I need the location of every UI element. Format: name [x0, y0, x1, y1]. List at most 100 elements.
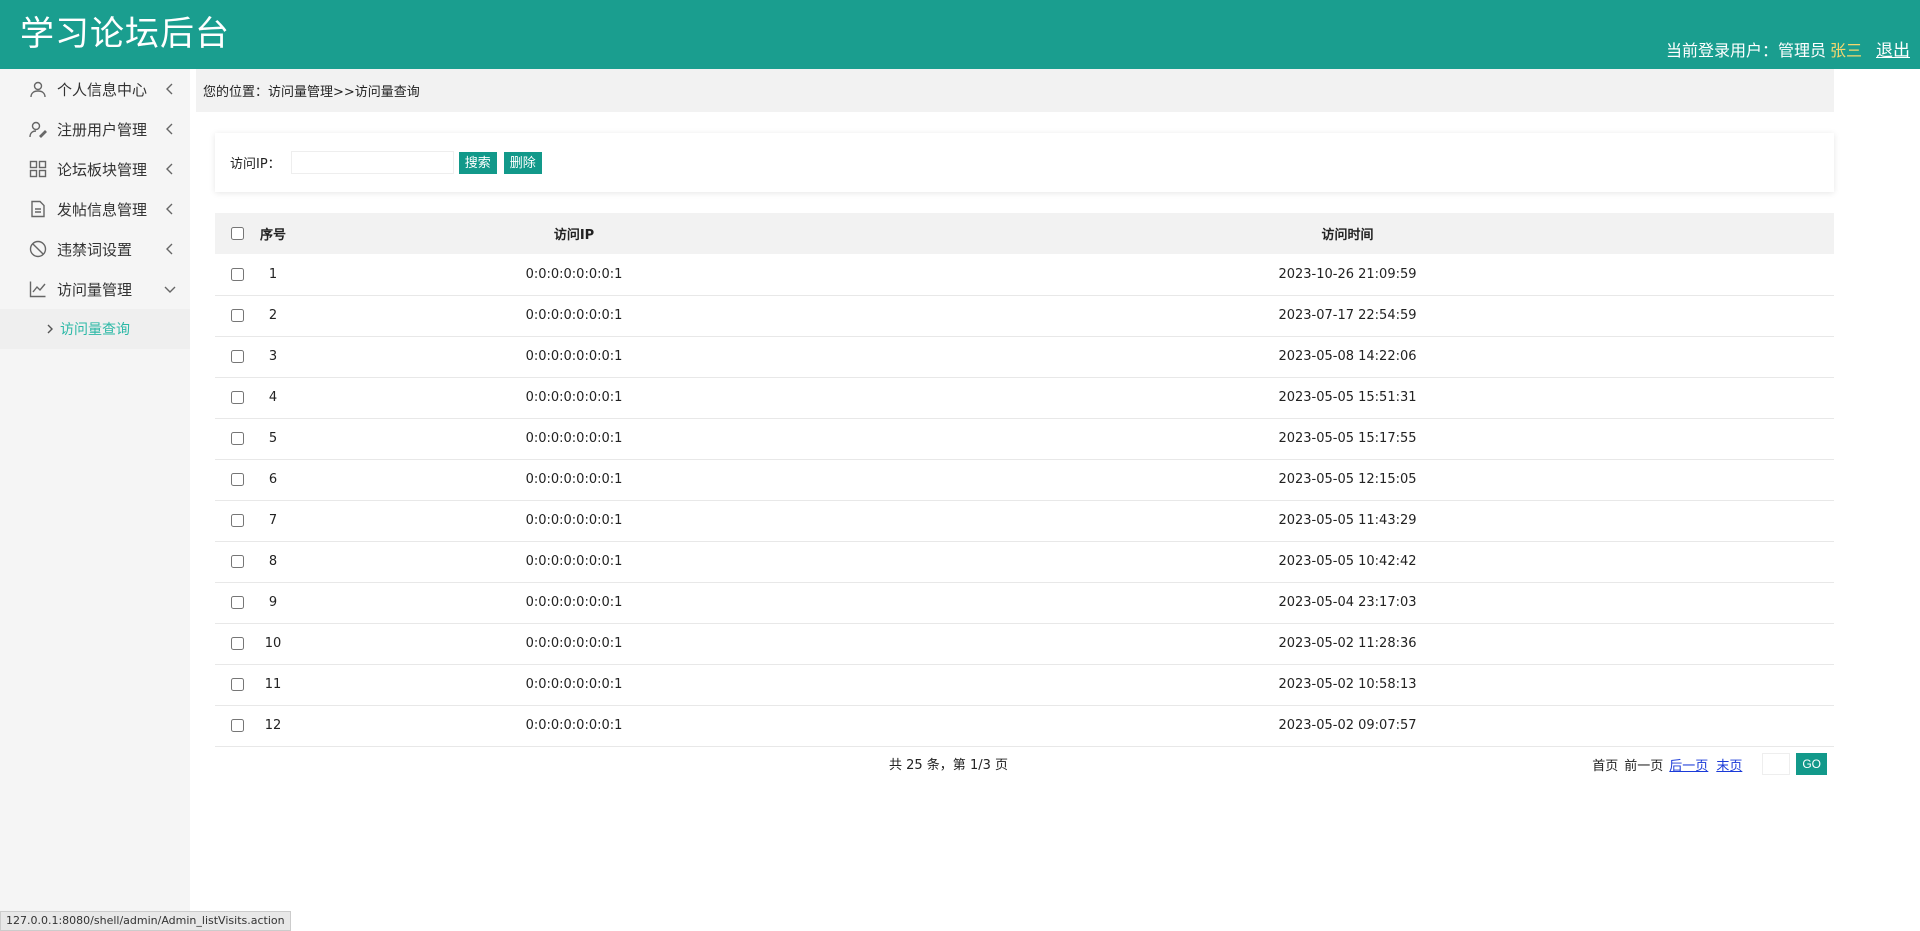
row-checkbox[interactable]: [230, 596, 244, 609]
table-row: 9 0:0:0:0:0:0:0:1 2023-05-04 23:17:03: [215, 582, 1834, 624]
row-select-cell: [215, 705, 259, 747]
sidebar-item-banned-words[interactable]: 违禁词设置: [0, 229, 190, 269]
sidebar-item-visits[interactable]: 访问量管理: [0, 269, 190, 309]
sidebar-subitem-visit-query[interactable]: 访问量查询: [0, 309, 190, 349]
chevron-left-icon: [162, 161, 178, 177]
row-select-cell: [215, 254, 259, 296]
row-ip: 0:0:0:0:0:0:0:1: [287, 664, 861, 706]
sidebar-item-label: 访问量管理: [57, 280, 133, 299]
row-time: 2023-05-08 14:22:06: [861, 336, 1834, 378]
select-all-cell: [215, 213, 259, 254]
chevron-left-icon: [162, 201, 178, 217]
row-ip: 0:0:0:0:0:0:0:1: [287, 582, 861, 624]
table-row: 8 0:0:0:0:0:0:0:1 2023-05-05 10:42:42: [215, 541, 1834, 583]
logout-link[interactable]: 退出: [1876, 40, 1910, 62]
go-button[interactable]: GO: [1796, 753, 1827, 775]
row-select-cell: [215, 295, 259, 337]
last-page-link[interactable]: 末页: [1716, 755, 1742, 774]
ban-icon: [29, 240, 47, 258]
row-ip: 0:0:0:0:0:0:0:1: [287, 377, 861, 419]
delete-button[interactable]: 删除: [503, 151, 542, 174]
row-select-cell: [215, 418, 259, 460]
browser-status-bar: 127.0.0.1:8080/shell/admin/Admin_listVis…: [0, 911, 291, 931]
row-no: 1: [259, 254, 287, 296]
row-time: 2023-05-04 23:17:03: [861, 582, 1834, 624]
table-header-row: 序号 访问IP 访问时间: [215, 213, 1834, 254]
row-checkbox[interactable]: [230, 391, 244, 404]
sidebar-item-profile[interactable]: 个人信息中心: [0, 69, 190, 109]
table-row: 7 0:0:0:0:0:0:0:1 2023-05-05 11:43:29: [215, 500, 1834, 542]
row-checkbox[interactable]: [230, 473, 244, 486]
row-time: 2023-05-05 11:43:29: [861, 500, 1834, 542]
table-row: 3 0:0:0:0:0:0:0:1 2023-05-08 14:22:06: [215, 336, 1834, 378]
sidebar-item-boards[interactable]: 论坛板块管理: [0, 149, 190, 189]
row-time: 2023-05-05 15:51:31: [861, 377, 1834, 419]
row-ip: 0:0:0:0:0:0:0:1: [287, 623, 861, 665]
sidebar-item-label: 个人信息中心: [57, 80, 148, 99]
row-time: 2023-05-02 11:28:36: [861, 623, 1834, 665]
row-time: 2023-05-05 12:15:05: [861, 459, 1834, 501]
search-ip-input[interactable]: [290, 151, 454, 174]
row-ip: 0:0:0:0:0:0:0:1: [287, 418, 861, 460]
current-user-label: 当前登录用户：管理员: [1665, 41, 1826, 60]
user-edit-icon: [29, 120, 47, 138]
row-select-cell: [215, 623, 259, 665]
row-checkbox[interactable]: [230, 514, 244, 527]
visits-table: 序号 访问IP 访问时间 1 0:0:0:0:0:0:0:1 2023-10-26 …: [215, 213, 1834, 747]
sidebar-item-label: 注册用户管理: [57, 120, 148, 139]
next-page-link[interactable]: 后一页: [1669, 755, 1708, 774]
sidebar-item-label: 发帖信息管理: [57, 200, 148, 219]
row-ip: 0:0:0:0:0:0:0:1: [287, 459, 861, 501]
row-select-cell: [215, 582, 259, 624]
row-no: 4: [259, 377, 287, 419]
app-title: 学习论坛后台: [20, 14, 230, 54]
row-checkbox[interactable]: [230, 432, 244, 445]
row-select-cell: [215, 377, 259, 419]
first-page-link[interactable]: 首页: [1592, 755, 1618, 774]
row-time: 2023-05-05 15:17:55: [861, 418, 1834, 460]
select-all-checkbox[interactable]: [230, 227, 244, 240]
row-time: 2023-05-05 10:42:42: [861, 541, 1834, 583]
user-bar: 当前登录用户：管理员 张三 退出: [1666, 40, 1910, 62]
row-no: 6: [259, 459, 287, 501]
row-checkbox[interactable]: [230, 309, 244, 322]
row-ip: 0:0:0:0:0:0:0:1: [287, 295, 861, 337]
row-no: 3: [259, 336, 287, 378]
table-row: 12 0:0:0:0:0:0:0:1 2023-05-02 09:07:57: [215, 705, 1834, 747]
chevron-right-icon: [44, 323, 56, 335]
grid-icon: [29, 160, 47, 178]
row-checkbox[interactable]: [230, 678, 244, 691]
row-select-cell: [215, 336, 259, 378]
row-select-cell: [215, 500, 259, 542]
search-button[interactable]: 搜索: [458, 151, 497, 174]
table-row: 10 0:0:0:0:0:0:0:1 2023-05-02 11:28:36: [215, 623, 1834, 665]
row-ip: 0:0:0:0:0:0:0:1: [287, 254, 861, 296]
row-select-cell: [215, 664, 259, 706]
sidebar-item-users[interactable]: 注册用户管理: [0, 109, 190, 149]
current-user-name: 张三: [1829, 41, 1862, 60]
row-checkbox[interactable]: [230, 350, 244, 363]
row-no: 11: [259, 664, 287, 706]
document-icon: [29, 200, 47, 218]
col-header-no: 序号: [259, 213, 287, 254]
pagination: 首页 前一页 后一页 末页 GO: [1592, 753, 1827, 775]
row-checkbox[interactable]: [230, 555, 244, 568]
row-no: 2: [259, 295, 287, 337]
page-number-input[interactable]: [1762, 753, 1791, 775]
row-checkbox[interactable]: [230, 637, 244, 650]
search-panel: 访问IP： 搜索 删除: [215, 133, 1834, 192]
table-body: 1 0:0:0:0:0:0:0:1 2023-10-26 21:09:59 2 0:0:…: [215, 254, 1834, 747]
row-checkbox[interactable]: [230, 719, 244, 732]
user-icon: [29, 80, 47, 98]
sidebar-item-posts[interactable]: 发帖信息管理: [0, 189, 190, 229]
row-time: 2023-07-17 22:54:59: [861, 295, 1834, 337]
row-no: 8: [259, 541, 287, 583]
row-ip: 0:0:0:0:0:0:0:1: [287, 541, 861, 583]
row-time: 2023-05-02 09:07:57: [861, 705, 1834, 747]
row-checkbox[interactable]: [230, 267, 244, 281]
chevron-down-icon: [162, 281, 178, 297]
prev-page-link[interactable]: 前一页: [1624, 755, 1663, 774]
table-row: 11 0:0:0:0:0:0:0:1 2023-05-02 10:58:13: [215, 664, 1834, 706]
sidebar-item-label: 违禁词设置: [57, 240, 133, 259]
row-select-cell: [215, 459, 259, 501]
